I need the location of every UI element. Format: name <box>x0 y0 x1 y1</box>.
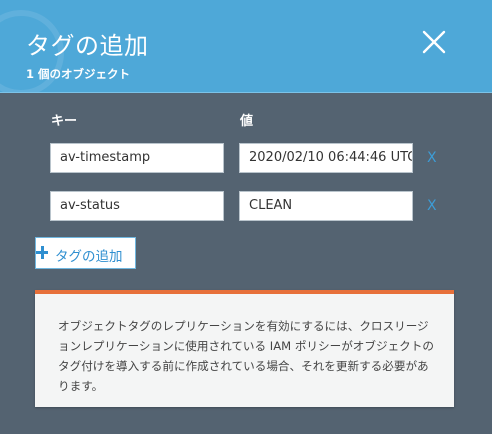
notice-text: オブジェクトタグのレプリケーションを有効にするには、クロスリージョンレプリケーシ… <box>58 319 434 393</box>
close-button[interactable] <box>420 28 448 56</box>
replication-notice: オブジェクトタグのレプリケーションを有効にするには、クロスリージョンレプリケーシ… <box>35 290 454 407</box>
dialog-header: タグの追加 1 個のオブジェクト <box>0 0 492 93</box>
tag-key-input[interactable]: av-timestamp <box>50 143 224 173</box>
remove-tag-button[interactable]: X <box>427 150 437 166</box>
key-column-label: キー <box>51 114 78 129</box>
add-tag-dialog: タグの追加 1 個のオブジェクト キー 値 av-timestamp 2020/… <box>0 0 492 434</box>
add-tag-label: タグの追加 <box>55 249 123 265</box>
value-column-label: 値 <box>240 114 254 129</box>
plus-icon <box>35 243 49 263</box>
dialog-title: タグの追加 <box>26 32 149 60</box>
add-tag-button[interactable]: タグの追加 <box>35 237 136 269</box>
remove-tag-button[interactable]: X <box>427 198 437 214</box>
dialog-subtitle: 1 個のオブジェクト <box>26 67 131 81</box>
close-icon <box>422 30 446 54</box>
tag-key-input[interactable]: av-status <box>50 191 224 221</box>
tag-value-input[interactable]: 2020/02/10 06:44:46 UTC <box>239 143 413 173</box>
tag-value-input[interactable]: CLEAN <box>239 191 413 221</box>
